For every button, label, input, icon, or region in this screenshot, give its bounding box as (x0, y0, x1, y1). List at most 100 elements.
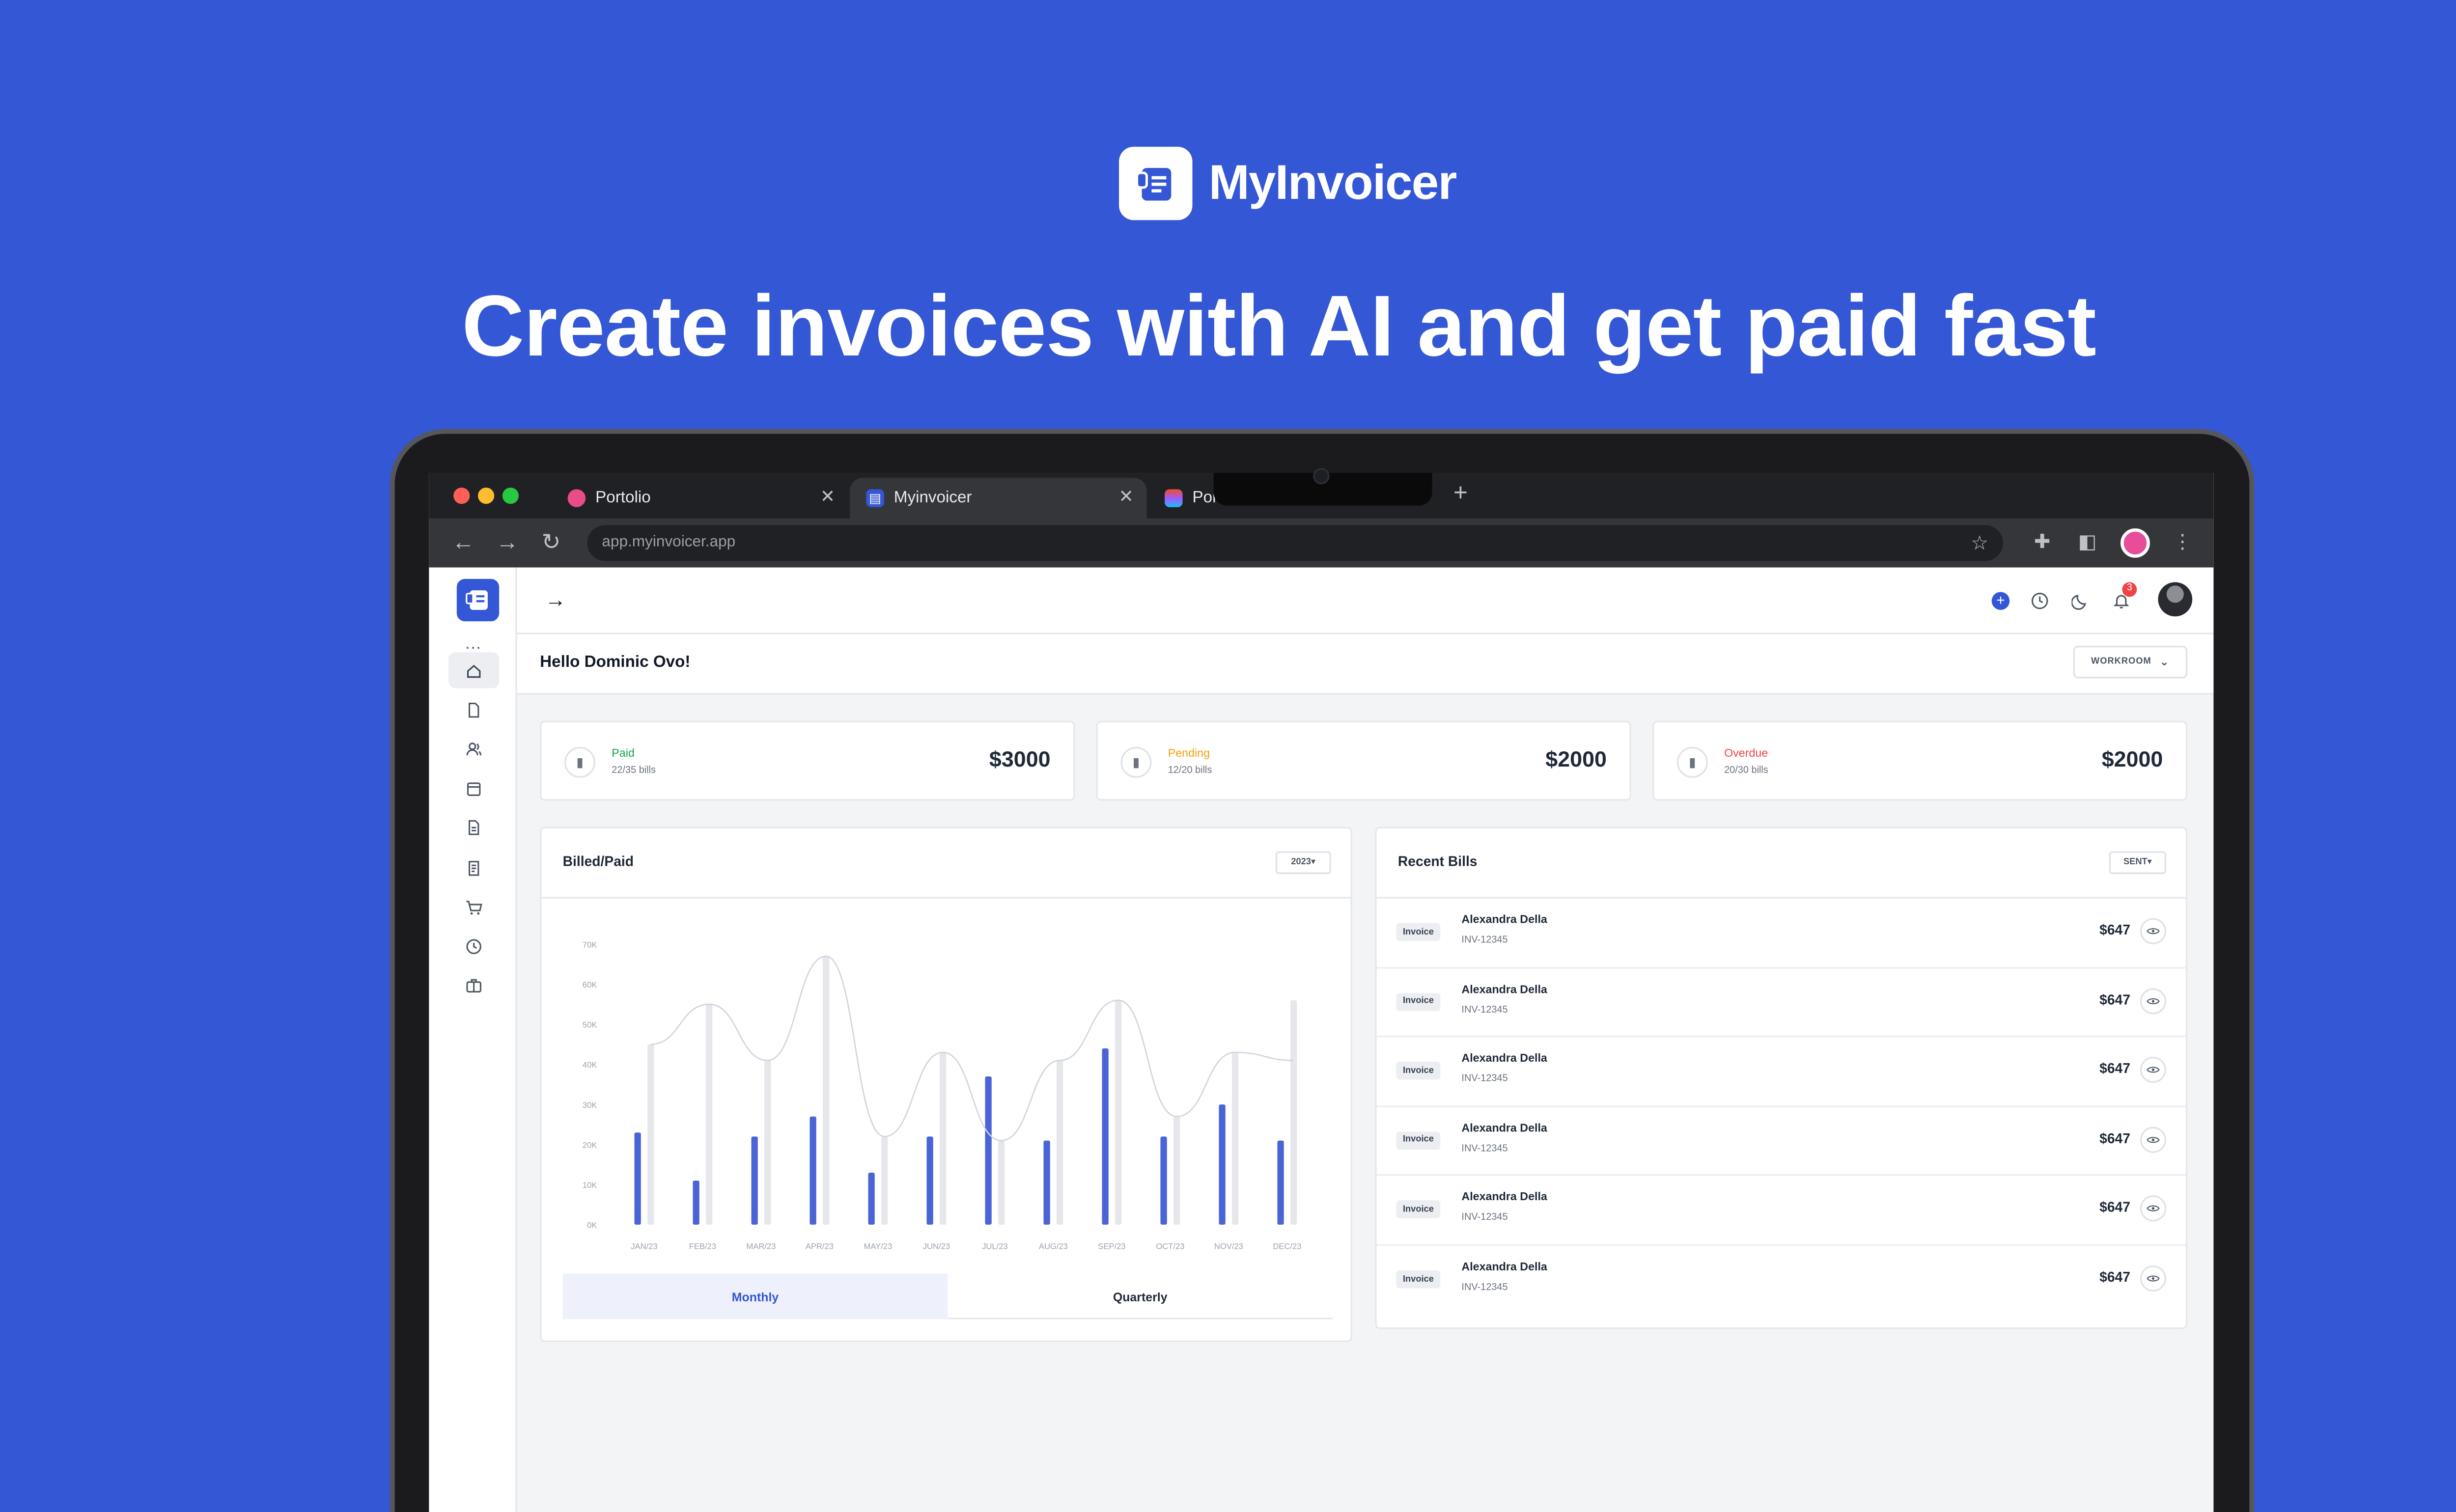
figma-icon (1165, 489, 1183, 507)
workroom-label: WORKROOM (2091, 657, 2151, 667)
bookmark-star-icon[interactable]: ☆ (1971, 525, 1988, 561)
bill-row[interactable]: Invoice Alexandra Della INV-12345 $647 (1376, 968, 2186, 1038)
users-icon (466, 742, 481, 755)
stat-card-paid[interactable]: ▮ Paid 22/35 bills $3000 (540, 720, 1075, 801)
back-icon[interactable]: ← (452, 528, 474, 554)
sidebar-item-clock[interactable] (448, 929, 499, 964)
view-eye-icon[interactable] (2140, 1196, 2167, 1222)
caret-down-icon: ▾ (2147, 857, 2152, 868)
sidebar-item-document[interactable] (448, 692, 499, 728)
bill-invoice-id: INV-12345 (1461, 1213, 1508, 1224)
x-tick-label: FEB/23 (689, 1242, 716, 1251)
billed-bar (823, 956, 830, 1225)
file-icon (469, 821, 479, 836)
trend-line (650, 955, 1294, 1141)
sidebar-item-calendar[interactable] (448, 770, 499, 806)
bill-client-name: Alexandra Della (1461, 1053, 1547, 1066)
bill-invoice-id: INV-12345 (1461, 1144, 1508, 1155)
billed-paid-card: Billed/Paid 2023 ▾ 0K 10K 20K 30K 40K 50K 60K 7… (540, 826, 1352, 1343)
y-tick-label: 20K (583, 1140, 597, 1150)
bill-row[interactable]: Invoice Alexandra Della INV-12345 $647 (1376, 1107, 2186, 1177)
expand-sidebar-icon[interactable]: → (545, 587, 566, 611)
view-eye-icon[interactable] (2140, 988, 2167, 1014)
bill-row[interactable]: Invoice Alexandra Della INV-12345 $647 (1376, 1177, 2186, 1246)
stat-bills-count: 20/30 bills (1724, 766, 1768, 776)
bill-type-badge: Invoice (1396, 992, 1441, 1011)
sidebar-item-invoice[interactable] (448, 850, 499, 885)
history-clock-icon[interactable] (2031, 589, 2049, 618)
year-dropdown[interactable]: 2023 ▾ (1275, 851, 1331, 874)
clock-icon (466, 939, 481, 954)
app-shell: ··· → + 3 Hello Dominic Ovo! WORKROOM ⌄ … (429, 567, 2214, 1512)
new-tab-icon[interactable]: + (1453, 479, 1468, 507)
billed-bar (998, 1140, 1005, 1225)
view-eye-icon[interactable] (2140, 1265, 2167, 1292)
sidebar-item-cart[interactable] (448, 889, 499, 925)
create-plus-icon[interactable]: + (1991, 592, 2010, 610)
y-tick-label: 10K (583, 1181, 597, 1190)
briefcase-icon (466, 979, 481, 993)
sidebar-item-users[interactable] (448, 731, 499, 767)
app-logo-icon[interactable] (456, 578, 500, 622)
billed-bar (647, 1044, 654, 1225)
tab-myinvoicer[interactable]: ▤ Myinvoicer ✕ (850, 477, 1147, 519)
maximize-window-button[interactable] (502, 487, 519, 504)
side-panel-icon[interactable]: ◧ (2078, 530, 2097, 552)
sidebar-item-home[interactable] (448, 652, 500, 688)
profile-avatar[interactable] (2121, 528, 2150, 558)
monthly-tab[interactable]: Monthly (562, 1273, 948, 1320)
bill-row[interactable]: Invoice Alexandra Della INV-12345 $647 (1377, 1246, 2186, 1315)
bill-row[interactable]: Invoice Alexandra Della INV-12345 $647 (1376, 1038, 2186, 1107)
bill-type-badge: Invoice (1396, 923, 1441, 941)
quarterly-tab[interactable]: Quarterly (948, 1274, 1333, 1320)
cart-icon (466, 900, 482, 914)
bill-row[interactable]: Invoice Alexandra Della INV-12345 $647 (1376, 899, 2186, 968)
sidebar-item-file[interactable] (448, 810, 499, 846)
close-tab-icon[interactable]: ✕ (820, 486, 836, 507)
forward-icon[interactable]: → (496, 528, 519, 554)
paid-bar (693, 1181, 699, 1225)
y-tick-label: 60K (583, 980, 597, 990)
stat-amount: $3000 (989, 746, 1051, 771)
reload-icon[interactable]: ↻ (542, 528, 561, 556)
sent-filter-dropdown[interactable]: SENT ▾ (2109, 851, 2167, 874)
bill-amount: $647 (2099, 921, 2130, 938)
view-eye-icon[interactable] (2140, 918, 2167, 944)
sidebar-item-briefcase[interactable] (448, 968, 499, 1004)
user-avatar[interactable] (2158, 582, 2193, 617)
paid-bar (1102, 1048, 1109, 1225)
workroom-dropdown[interactable]: WORKROOM ⌄ (2073, 646, 2188, 679)
x-tick-label: OCT/23 (1156, 1242, 1184, 1251)
billed-bar (940, 1052, 947, 1225)
billed-bar (1173, 1116, 1180, 1225)
bill-client-name: Alexandra Della (1461, 1123, 1547, 1135)
x-tick-label: JUL/23 (982, 1242, 1008, 1251)
document-icon: ▮ (1120, 746, 1152, 778)
stat-label: Pending (1168, 748, 1210, 760)
x-tick-label: MAY/23 (864, 1242, 893, 1251)
minimize-window-button[interactable] (477, 487, 495, 504)
greeting-bar: Hello Dominic Ovo! WORKROOM ⌄ (517, 634, 2214, 695)
period-toggle: Monthly Quarterly (562, 1273, 1333, 1320)
stat-card-overdue[interactable]: ▮ Overdue 20/30 bills $2000 (1652, 720, 2188, 801)
x-tick-label: JAN/23 (631, 1242, 657, 1251)
marketing-canvas: MyInvoicer Create invoices with AI and g… (0, 0, 2456, 1512)
bill-amount: $647 (2099, 1199, 2130, 1216)
view-eye-icon[interactable] (2140, 1126, 2167, 1153)
dark-mode-moon-icon[interactable] (2071, 589, 2090, 618)
paid-bar (1043, 1140, 1050, 1225)
myinvoicer-logo-icon (1119, 146, 1193, 220)
browser-menu-icon[interactable]: ⋮ (2173, 530, 2192, 552)
url-input[interactable]: app.myinvoicer.app ☆ (587, 525, 2003, 561)
close-tab-icon[interactable]: ✕ (1118, 486, 1134, 507)
view-eye-icon[interactable] (2140, 1057, 2167, 1083)
extensions-icon[interactable]: ✚ (2034, 530, 2050, 552)
calendar-icon (467, 782, 481, 797)
x-tick-label: SEP/23 (1098, 1242, 1125, 1251)
tab-portolio[interactable]: Portolio ✕ (551, 478, 848, 519)
y-tick-label: 0K (587, 1221, 597, 1230)
close-window-button[interactable] (453, 487, 470, 504)
stat-card-pending[interactable]: ▮ Pending 12/20 bills $2000 (1096, 720, 1631, 801)
paid-bar (1160, 1136, 1167, 1225)
bill-invoice-id: INV-12345 (1461, 1075, 1508, 1085)
